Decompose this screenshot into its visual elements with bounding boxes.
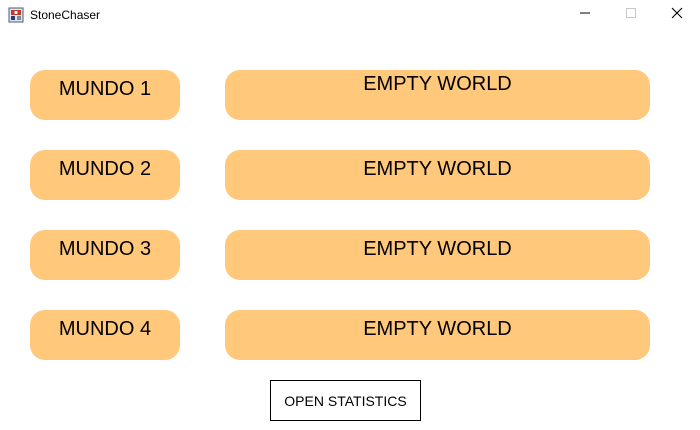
world-3-slot-label: EMPTY WORLD	[363, 238, 512, 260]
app-window: StoneChaser MUNDO 1 EMPTY WORLD MUNDO 2 …	[0, 0, 700, 430]
world-2-slot-button[interactable]: EMPTY WORLD	[225, 150, 650, 200]
world-2-label: MUNDO 2	[58, 158, 152, 180]
world-3-label: MUNDO 3	[58, 238, 152, 260]
open-statistics-label: OPEN STATISTICS	[284, 392, 407, 409]
maximize-icon	[625, 6, 637, 24]
close-icon	[671, 6, 683, 24]
world-3-button[interactable]: MUNDO 3	[30, 230, 180, 280]
stonechaser-app-icon	[8, 7, 24, 23]
world-1-slot-button[interactable]: EMPTY WORLD	[225, 70, 650, 120]
open-statistics-button[interactable]: OPEN STATISTICS	[270, 380, 421, 421]
minimize-icon	[579, 6, 591, 24]
world-1-slot-label: EMPTY WORLD	[363, 73, 512, 95]
world-4-button[interactable]: MUNDO 4	[30, 310, 180, 360]
world-2-slot-label: EMPTY WORLD	[363, 158, 512, 180]
world-4-slot-button[interactable]: EMPTY WORLD	[225, 310, 650, 360]
maximize-button[interactable]	[608, 0, 654, 30]
world-4-label: MUNDO 4	[58, 318, 152, 340]
minimize-button[interactable]	[562, 0, 608, 30]
world-2-button[interactable]: MUNDO 2	[30, 150, 180, 200]
title-bar[interactable]: StoneChaser	[0, 0, 700, 30]
world-1-button[interactable]: MUNDO 1	[30, 70, 180, 120]
world-4-slot-label: EMPTY WORLD	[363, 318, 512, 340]
world-3-slot-button[interactable]: EMPTY WORLD	[225, 230, 650, 280]
world-1-label: MUNDO 1	[58, 78, 152, 100]
close-button[interactable]	[654, 0, 700, 30]
window-title: StoneChaser	[30, 8, 101, 22]
